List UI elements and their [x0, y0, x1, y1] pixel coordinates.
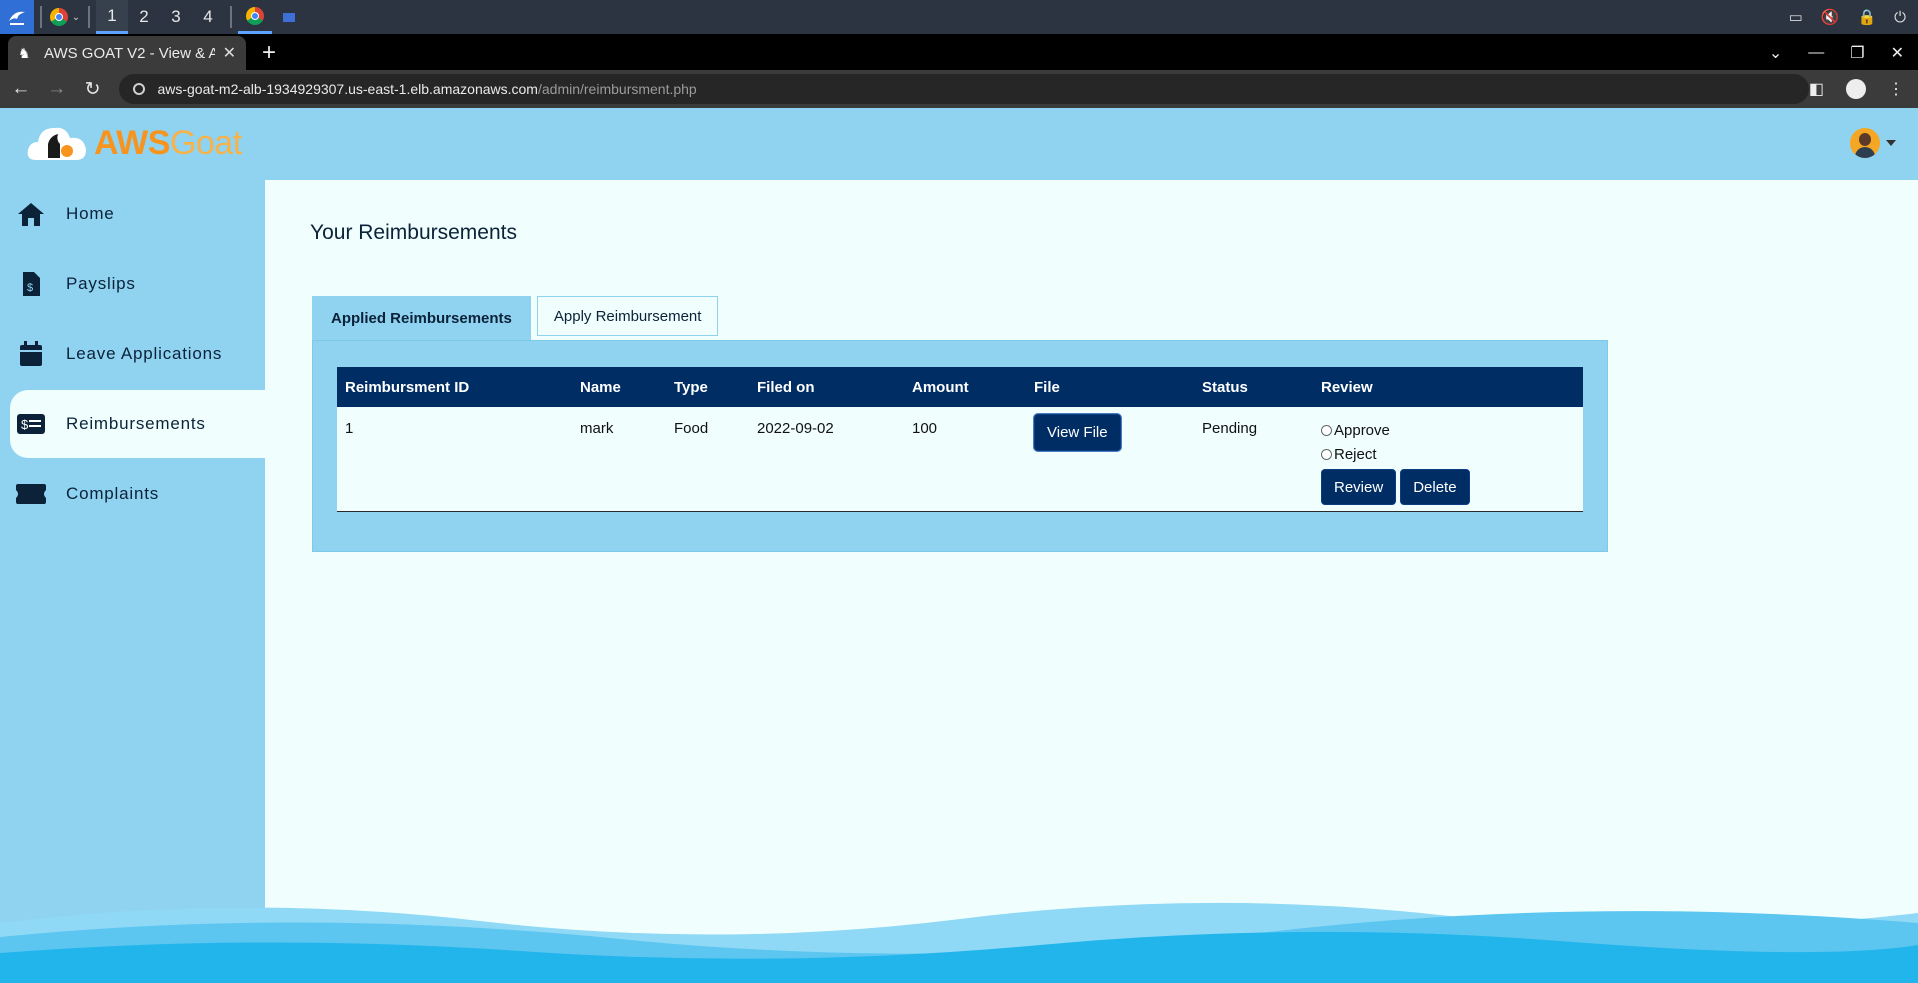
goat-favicon-icon: ♞ — [18, 45, 31, 61]
tab-applied-reimbursements[interactable]: Applied Reimbursements — [312, 296, 531, 340]
power-icon[interactable]: ⏻ — [1894, 9, 1906, 26]
url-host: aws-goat-m2-alb-1934929307.us-east-1.elb… — [157, 81, 538, 97]
chrome-launcher-icon[interactable]: ⌄ — [48, 0, 82, 34]
column-header: Name — [580, 378, 621, 396]
os-taskbar: ⌄ 1 2 3 4 ▭ 🔇 🔒 ⏻ — [0, 0, 1918, 34]
restore-icon[interactable]: ❐ — [1850, 43, 1864, 63]
delete-button[interactable]: Delete — [1400, 469, 1470, 505]
reject-label[interactable]: Reject — [1334, 446, 1377, 463]
home-icon — [16, 199, 46, 229]
taskbar-divider — [88, 6, 90, 28]
new-tab-button[interactable]: + — [252, 36, 286, 70]
cell-type: Food — [674, 420, 709, 437]
svg-text:$: $ — [27, 282, 34, 294]
taskbar-divider — [40, 6, 42, 28]
close-window-icon[interactable]: ✕ — [1891, 43, 1904, 63]
browser-tab-strip: ♞ AWS GOAT V2 - View & Ap ✕ + ⌄ — ❐ ✕ — [0, 34, 1918, 70]
browser-tab-title: AWS GOAT V2 - View & Ap — [44, 44, 215, 62]
payslip-icon: $ — [16, 269, 46, 299]
sidebar-item-home[interactable]: Home — [10, 180, 265, 248]
awsgoat-logo[interactable]: AWSGoat — [26, 120, 242, 166]
avatar[interactable] — [1850, 128, 1880, 158]
sidebar-item-reimbursements[interactable]: $ Reimbursements — [10, 390, 265, 458]
lock-icon[interactable]: 🔒 — [1857, 8, 1876, 26]
tab-apply-reimbursement[interactable]: Apply Reimbursement — [536, 296, 719, 336]
column-header: Reimbursment ID — [345, 378, 470, 396]
sidebar-item-label: Home — [66, 204, 115, 223]
profile-icon[interactable] — [1846, 79, 1866, 99]
url-path: /admin/reimbursment.php — [537, 81, 697, 97]
sidebar-item-label: Reimbursements — [66, 414, 206, 433]
close-tab-icon[interactable]: ✕ — [223, 43, 236, 63]
column-header: Review — [1321, 378, 1373, 396]
page-title: Your Reimbursements — [310, 221, 517, 244]
forward-icon[interactable]: → — [42, 74, 72, 104]
workspace-1[interactable]: 1 — [96, 0, 128, 34]
address-bar[interactable]: aws-goat-m2-alb-1934929307.us-east-1.elb… — [119, 74, 1809, 104]
cell-name: mark — [580, 420, 614, 437]
cell-id: 1 — [345, 420, 354, 437]
column-header: Filed on — [757, 378, 815, 396]
cell-review: Approve Reject Review Delete — [1313, 407, 1583, 511]
workspace-2[interactable]: 2 — [128, 0, 160, 34]
workspace-3[interactable]: 3 — [160, 0, 192, 34]
column-header: File — [1034, 378, 1060, 396]
goat-cloud-icon — [27, 127, 86, 160]
sidebar-item-leave-applications[interactable]: Leave Applications — [10, 320, 265, 388]
logo-aws-text: AWS — [94, 123, 170, 162]
workspace-4[interactable]: 4 — [192, 0, 224, 34]
sidebar-item-payslips[interactable]: $ Payslips — [10, 250, 265, 318]
browser-toolbar: ← → ↻ aws-goat-m2-alb-1934929307.us-east… — [0, 70, 1918, 108]
approve-radio[interactable] — [1321, 424, 1332, 436]
view-file-button[interactable]: View File — [1034, 414, 1121, 451]
tab-panel: Reimbursment ID Name Type Filed on Amoun… — [312, 340, 1608, 552]
ticket-icon — [16, 479, 46, 509]
browser-tab[interactable]: ♞ AWS GOAT V2 - View & Ap ✕ — [8, 36, 246, 70]
money-icon: $ — [16, 409, 46, 439]
menu-icon[interactable]: ⋮ — [1888, 79, 1904, 99]
volume-muted-icon[interactable]: 🔇 — [1821, 8, 1840, 26]
reimbursement-tabs: Applied Reimbursements Apply Reimburseme… — [312, 296, 719, 340]
approve-option[interactable]: Approve — [1321, 418, 1583, 442]
review-button[interactable]: Review — [1321, 469, 1397, 505]
reject-option[interactable]: Reject — [1321, 442, 1583, 466]
web-page: AWSGoat Home $ Payslips Leave Applicatio… — [0, 108, 1918, 983]
calendar-icon — [16, 339, 46, 369]
site-info-icon[interactable] — [133, 83, 146, 95]
decorative-waves — [0, 902, 1918, 983]
table-header: Reimbursment ID Name Type Filed on Amoun… — [337, 367, 1583, 407]
reject-radio[interactable] — [1321, 448, 1332, 460]
screen-icon[interactable]: ▭ — [1789, 8, 1803, 26]
column-header: Status — [1202, 378, 1248, 396]
sidebar: Home $ Payslips Leave Applications $ Rei… — [0, 180, 265, 983]
sidebar-item-label: Payslips — [66, 274, 136, 293]
sidebar-item-label: Complaints — [66, 484, 160, 503]
cell-filed-on: 2022-09-02 — [757, 420, 834, 437]
svg-text:$: $ — [21, 417, 29, 432]
column-header: Type — [674, 378, 708, 396]
start-menu-icon[interactable] — [0, 0, 34, 34]
column-header: Amount — [912, 378, 969, 396]
taskbar-divider — [230, 6, 232, 28]
sidebar-item-complaints[interactable]: Complaints — [10, 460, 265, 528]
cell-amount: 100 — [912, 420, 938, 437]
cell-status: Pending — [1202, 420, 1258, 437]
reload-icon[interactable]: ↻ — [78, 74, 108, 104]
cell-file: View File — [1026, 407, 1194, 511]
chrome-window-icon[interactable] — [238, 0, 272, 34]
site-header: AWSGoat — [0, 108, 1918, 180]
table-row: 1 mark Food 2022-09-02 100 View File Pen… — [337, 407, 1583, 511]
minimize-icon[interactable]: — — [1808, 44, 1824, 62]
reimbursements-table: Reimbursment ID Name Type Filed on Amoun… — [337, 367, 1583, 512]
chevron-down-icon[interactable] — [1886, 140, 1896, 146]
back-icon[interactable]: ← — [6, 74, 36, 104]
tab-search-icon[interactable]: ⌄ — [1769, 43, 1782, 63]
approve-label[interactable]: Approve — [1334, 422, 1390, 439]
sidebar-item-label: Leave Applications — [66, 344, 223, 363]
side-panel-icon[interactable]: ◧ — [1809, 79, 1824, 99]
files-window-icon[interactable] — [272, 0, 306, 34]
logo-goat-text: Goat — [169, 123, 242, 162]
user-menu[interactable] — [1850, 128, 1896, 158]
